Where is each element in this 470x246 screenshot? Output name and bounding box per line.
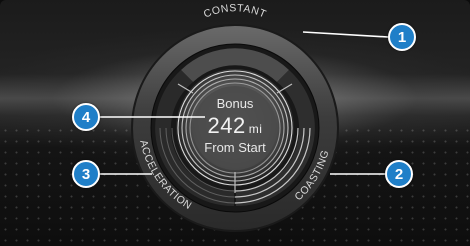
eco-display-screen: CONSTANT COASTING ACCELERATION Bonus 242… <box>0 0 470 246</box>
bonus-value: 242 <box>207 113 246 138</box>
constant-label: CONSTANT <box>202 2 268 20</box>
callout-3: 3 <box>72 160 100 188</box>
callout-1: 1 <box>388 23 416 51</box>
bonus-unit: mi <box>248 122 263 136</box>
bonus-subtitle: From Start <box>204 140 266 155</box>
callout-2: 2 <box>385 160 413 188</box>
bonus-title: Bonus <box>216 96 254 111</box>
callout-4: 4 <box>72 103 100 131</box>
bonus-readout: 242 mi <box>170 113 300 139</box>
